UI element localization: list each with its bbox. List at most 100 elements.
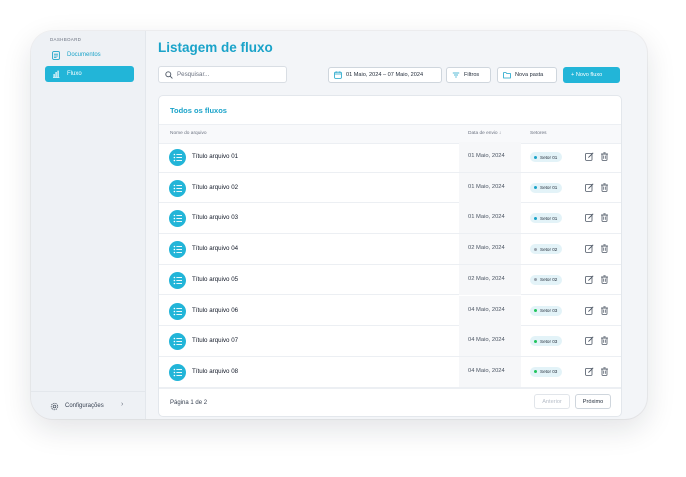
- file-name[interactable]: Título arquivo 03: [192, 214, 238, 221]
- trash-icon[interactable]: [600, 367, 609, 376]
- trash-icon[interactable]: [600, 183, 609, 192]
- sector-label: Setor 02: [540, 277, 558, 283]
- edit-icon[interactable]: [585, 367, 594, 376]
- file-date: 01 Maio, 2024: [468, 214, 505, 221]
- date-cell: 04 Maio, 2024: [459, 295, 521, 326]
- sidebar-item-documentos[interactable]: Documentos: [45, 47, 134, 63]
- new-folder-button[interactable]: Nova pasta: [497, 67, 557, 83]
- sector-label: Setor 03: [540, 369, 558, 375]
- sector-dot: [534, 309, 537, 312]
- date-cell: 01 Maio, 2024: [459, 142, 521, 172]
- bar-chart-icon: [51, 69, 61, 79]
- sector-label: Setor 01: [540, 185, 558, 191]
- file-list-icon: [169, 333, 186, 351]
- file-name[interactable]: Título arquivo 04: [192, 245, 238, 252]
- file-date: 04 Maio, 2024: [468, 367, 505, 374]
- trash-icon[interactable]: [600, 275, 609, 284]
- new-flow-label: + Novo fluxo: [571, 72, 603, 78]
- sector-dot: [534, 216, 537, 220]
- sector-label: Setor 03: [540, 308, 558, 313]
- table-row[interactable]: Título arquivo 08 04 Maio, 2024 Setor 03: [159, 356, 621, 388]
- table-row[interactable]: Título arquivo 06 04 Maio, 2024 Setor 03: [159, 295, 621, 327]
- new-folder-label: Nova pasta: [515, 72, 544, 78]
- date-range-button[interactable]: 01 Maio, 2024 – 07 Maio, 2024: [328, 67, 442, 83]
- file-name[interactable]: Título arquivo 07: [192, 337, 238, 344]
- table-row[interactable]: Título arquivo 04 02 Maio, 2024 Setor 02: [159, 234, 621, 265]
- column-header-sectors: Setores: [530, 131, 547, 136]
- app-window: DASHBOARD Documentos Fluxo Configurações…: [31, 31, 647, 419]
- file-name[interactable]: Título arquivo 01: [192, 153, 238, 160]
- file-list-icon: [169, 149, 186, 166]
- date-cell: 01 Maio, 2024: [459, 203, 521, 234]
- sector-badge: Setor 03: [530, 305, 563, 316]
- sector-badge: Setor 01: [530, 182, 563, 193]
- gear-icon: [50, 402, 59, 411]
- filters-button[interactable]: Filtros: [446, 67, 491, 83]
- page-info: Página 1 de 2: [170, 400, 208, 406]
- date-cell: 02 Maio, 2024: [459, 234, 521, 265]
- table-row[interactable]: Título arquivo 02 01 Maio, 2024 Setor 01: [159, 172, 621, 204]
- table-row[interactable]: Título arquivo 03 01 Maio, 2024 Setor 01: [159, 203, 621, 235]
- sector-dot: [534, 186, 537, 190]
- sidebar-item-fluxo[interactable]: Fluxo: [45, 66, 134, 82]
- files-card: Todos os fluxos Nome do arquivo Data de …: [158, 95, 622, 417]
- search-box[interactable]: [158, 66, 287, 83]
- sector-dot: [534, 370, 537, 374]
- sector-label: Setor 01: [540, 154, 558, 160]
- trash-icon[interactable]: [600, 152, 609, 161]
- column-header-name: Nome do arquivo: [170, 131, 207, 136]
- filter-icon: [452, 71, 460, 79]
- previous-page-button[interactable]: Anterior: [534, 394, 570, 409]
- sector-badge: Setor 03: [530, 336, 563, 347]
- file-name[interactable]: Título arquivo 06: [192, 307, 238, 314]
- edit-icon[interactable]: [585, 213, 594, 223]
- sector-dot: [534, 155, 537, 159]
- file-name[interactable]: Título arquivo 08: [192, 368, 238, 375]
- edit-icon[interactable]: [585, 183, 594, 192]
- document-icon: [51, 50, 61, 60]
- file-date: 04 Maio, 2024: [468, 337, 505, 344]
- file-list-icon: [169, 363, 186, 381]
- sector-dot: [534, 278, 537, 282]
- page-title: Listagem de fluxo: [158, 40, 273, 55]
- date-cell: 04 Maio, 2024: [459, 326, 521, 357]
- file-date: 02 Maio, 2024: [468, 245, 505, 252]
- folder-icon: [503, 71, 511, 79]
- edit-icon[interactable]: [585, 152, 594, 161]
- sidebar-item-label: Fluxo: [67, 71, 82, 77]
- calendar-icon: [334, 71, 342, 79]
- edit-icon[interactable]: [585, 305, 594, 315]
- sector-badge: Setor 03: [530, 366, 563, 377]
- edit-icon[interactable]: [585, 275, 594, 284]
- sector-badge: Setor 01: [530, 152, 563, 162]
- edit-icon[interactable]: [585, 244, 594, 253]
- settings-label: Configurações: [65, 403, 104, 409]
- file-name[interactable]: Título arquivo 05: [192, 276, 238, 283]
- settings-link[interactable]: Configurações ›: [31, 391, 145, 419]
- file-list-icon: [169, 302, 186, 320]
- trash-icon[interactable]: [600, 213, 609, 223]
- sector-label: Setor 02: [540, 246, 558, 252]
- date-range-label: 01 Maio, 2024 – 07 Maio, 2024: [346, 72, 424, 78]
- date-cell: 02 Maio, 2024: [459, 264, 521, 295]
- sector-badge: Setor 01: [530, 213, 563, 224]
- table-row[interactable]: Título arquivo 01 01 Maio, 2024 Setor 01: [159, 142, 621, 173]
- trash-icon[interactable]: [600, 336, 609, 345]
- sidebar-section-label: DASHBOARD: [50, 37, 82, 42]
- next-page-button[interactable]: Próximo: [575, 394, 611, 409]
- sector-label: Setor 01: [540, 215, 558, 221]
- card-title: Todos os fluxos: [170, 106, 227, 115]
- search-icon: [165, 70, 173, 79]
- sidebar-item-label: Documentos: [67, 52, 101, 58]
- file-date: 04 Maio, 2024: [468, 306, 505, 313]
- column-header-date[interactable]: Data de envio ↓: [468, 131, 501, 136]
- edit-icon[interactable]: [585, 336, 594, 345]
- new-flow-button[interactable]: + Novo fluxo: [563, 67, 620, 83]
- file-name[interactable]: Título arquivo 02: [192, 184, 238, 191]
- table-row[interactable]: Título arquivo 05 02 Maio, 2024 Setor 02: [159, 264, 621, 296]
- table-row[interactable]: Título arquivo 07 04 Maio, 2024 Setor 03: [159, 326, 621, 357]
- trash-icon[interactable]: [600, 244, 609, 253]
- search-input[interactable]: [177, 71, 277, 78]
- trash-icon[interactable]: [600, 305, 609, 315]
- date-cell: 04 Maio, 2024: [459, 356, 521, 387]
